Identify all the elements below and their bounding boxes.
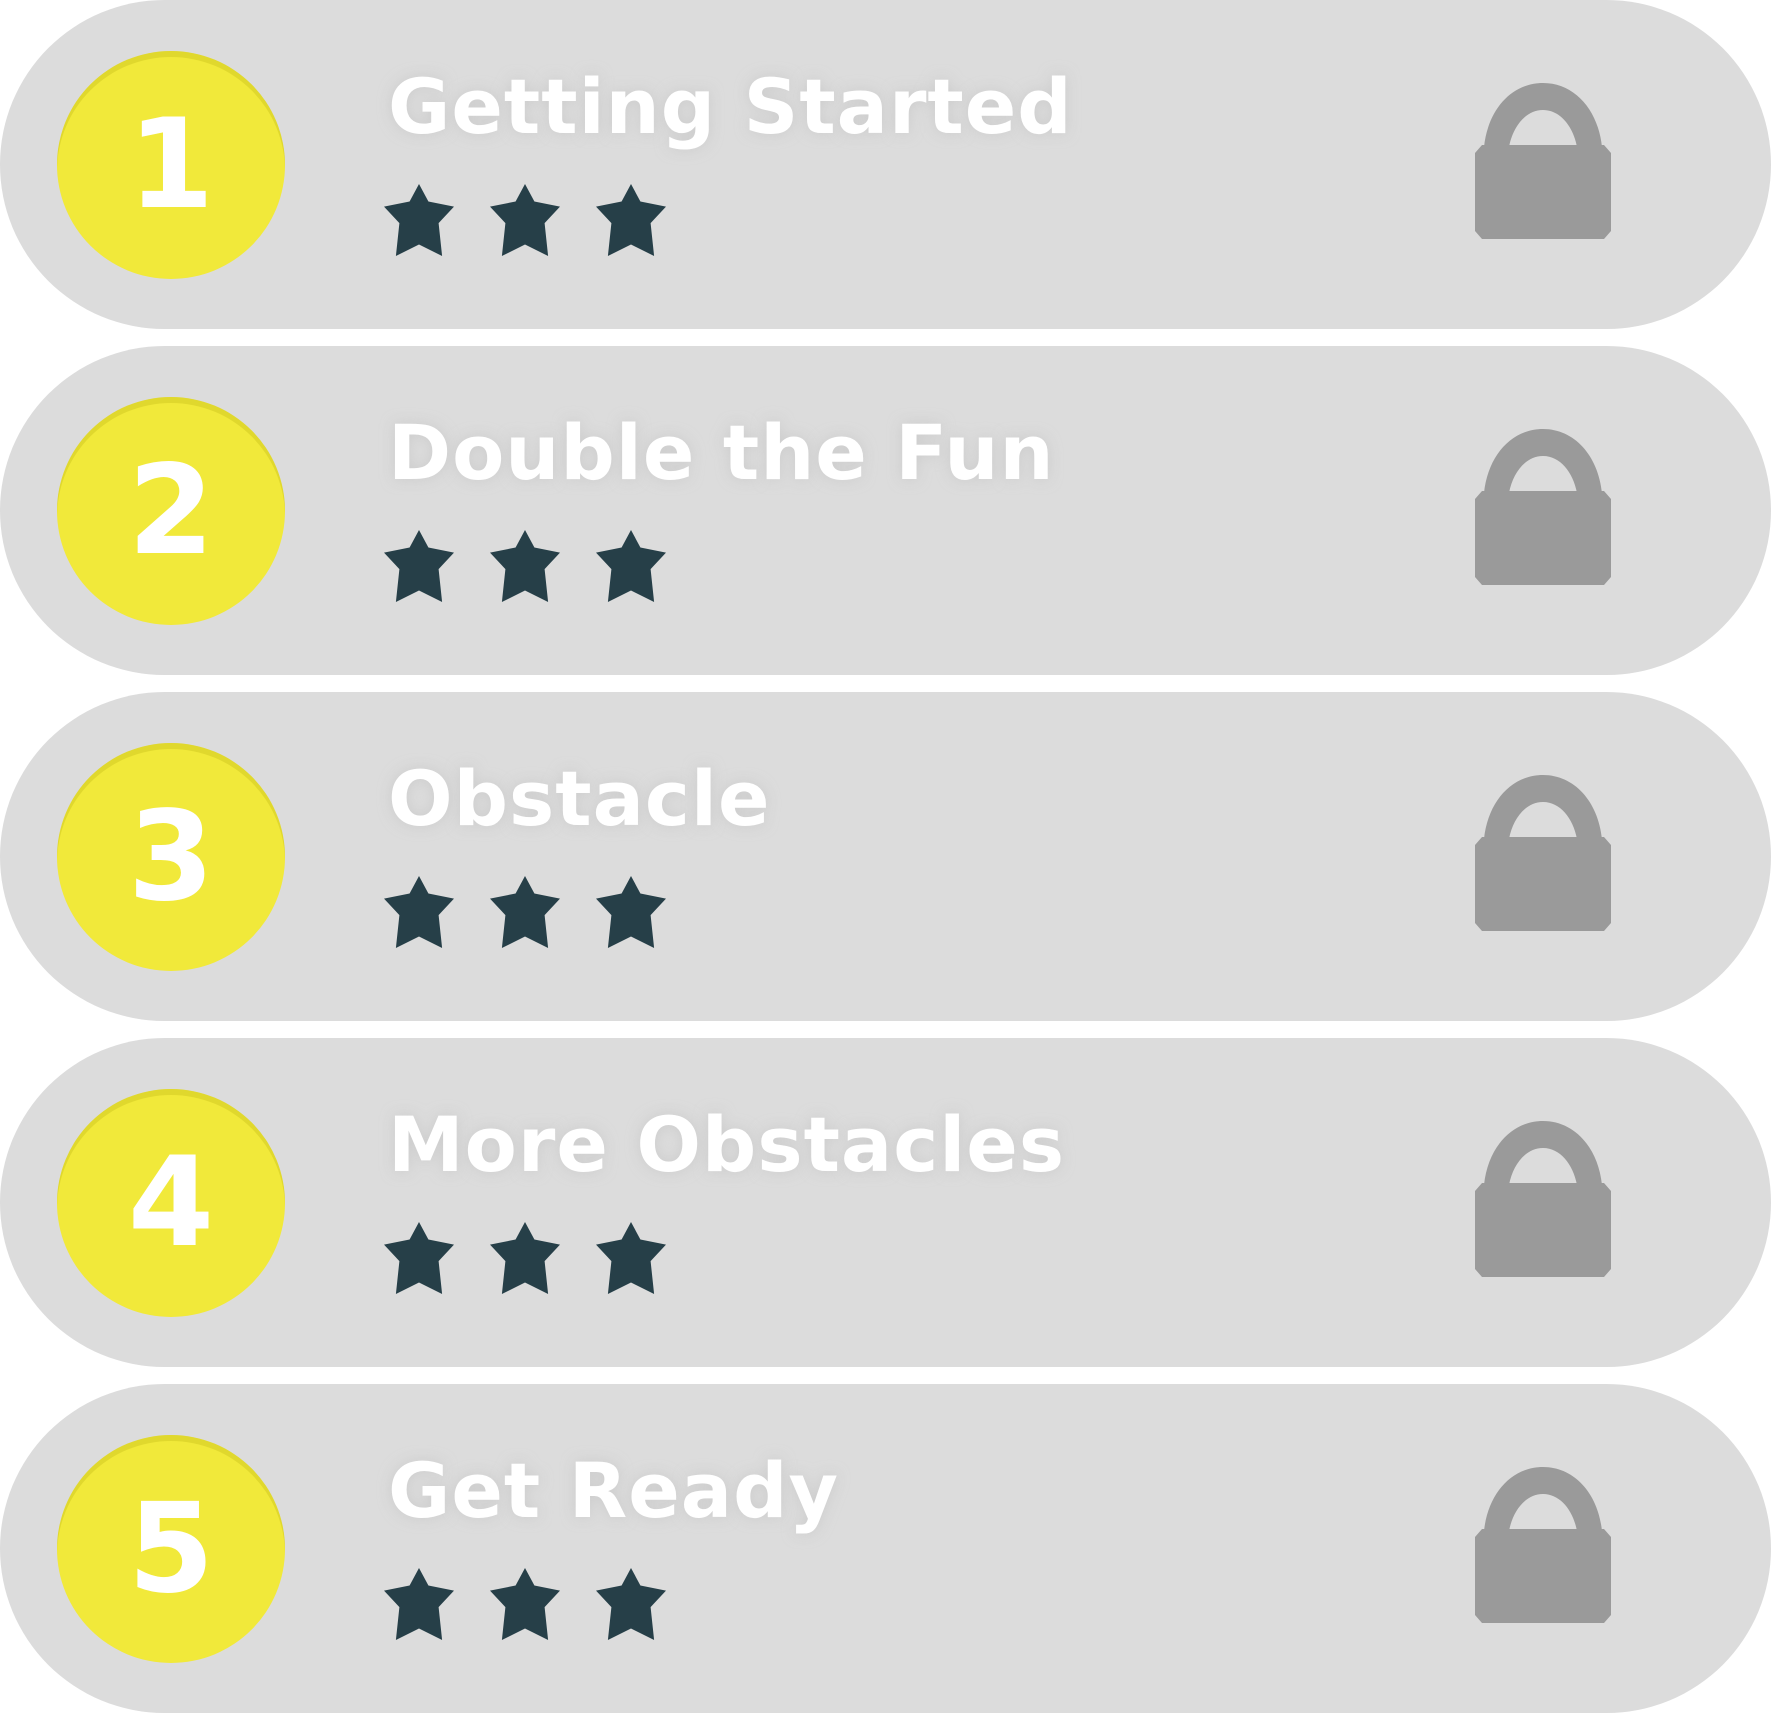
padlock-icon xyxy=(1475,429,1611,585)
star-rating xyxy=(382,1222,700,1296)
level-number-badge: 5 xyxy=(57,1435,285,1663)
star-icon xyxy=(596,1222,666,1294)
star-icon xyxy=(384,530,454,602)
level-row-1[interactable]: 1 Getting Started xyxy=(0,0,1771,329)
star-icon xyxy=(490,530,560,602)
star-icon xyxy=(384,184,454,256)
level-title: Obstacle xyxy=(388,754,771,843)
star-icon xyxy=(596,184,666,256)
level-row-2[interactable]: 2 Double the Fun xyxy=(0,346,1771,675)
star-icon xyxy=(596,1568,666,1640)
star-rating xyxy=(382,1568,700,1642)
level-title: Get Ready xyxy=(388,1446,840,1535)
level-row-3[interactable]: 3 Obstacle xyxy=(0,692,1771,1021)
padlock-icon xyxy=(1475,83,1611,239)
star-icon xyxy=(490,876,560,948)
star-icon xyxy=(596,530,666,602)
padlock-icon xyxy=(1475,1467,1611,1623)
level-number-badge: 3 xyxy=(57,743,285,971)
level-number-badge: 2 xyxy=(57,397,285,625)
level-title: More Obstacles xyxy=(388,1100,1066,1189)
star-icon xyxy=(384,876,454,948)
star-icon xyxy=(596,876,666,948)
padlock-icon xyxy=(1475,775,1611,931)
star-rating xyxy=(382,184,700,258)
star-icon xyxy=(490,1222,560,1294)
star-icon xyxy=(384,1222,454,1294)
level-list: 1 Getting Started 2 Double the Fun 3 Obs… xyxy=(0,0,1771,1730)
level-row-4[interactable]: 4 More Obstacles xyxy=(0,1038,1771,1367)
level-title: Double the Fun xyxy=(388,408,1055,497)
star-icon xyxy=(384,1568,454,1640)
level-title: Getting Started xyxy=(388,62,1073,151)
star-rating xyxy=(382,530,700,604)
level-number-badge: 1 xyxy=(57,51,285,279)
star-rating xyxy=(382,876,700,950)
level-row-5[interactable]: 5 Get Ready xyxy=(0,1384,1771,1713)
padlock-icon xyxy=(1475,1121,1611,1277)
star-icon xyxy=(490,184,560,256)
star-icon xyxy=(490,1568,560,1640)
level-number-badge: 4 xyxy=(57,1089,285,1317)
